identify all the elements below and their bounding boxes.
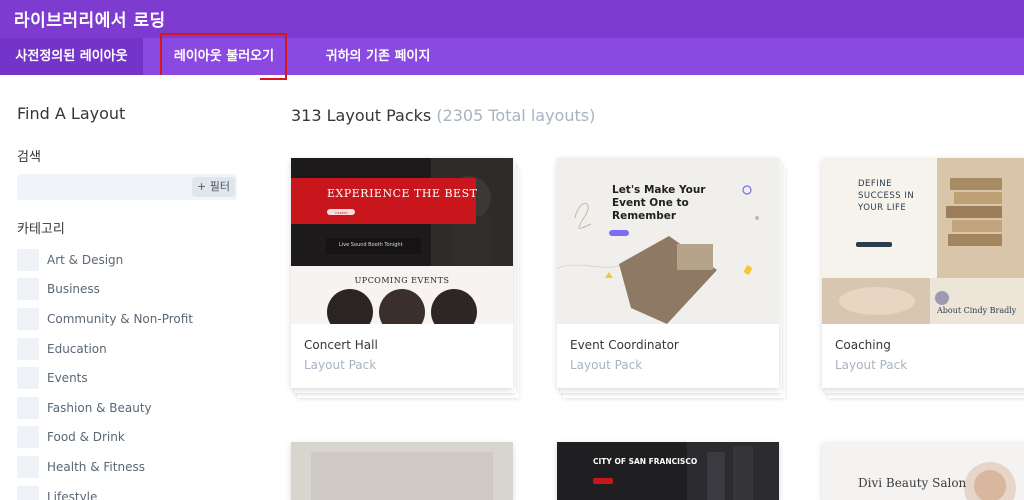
category-list: Art & Design Business Community & Non-Pr… <box>17 245 247 500</box>
concert-banner-button: TICKETS <box>335 211 348 215</box>
coaching-thumbnail: DEFINE SUCCESS IN YOUR LIFE About Cindy … <box>822 158 1024 324</box>
card-title: Event Coordinator <box>570 338 679 352</box>
concert-tagline: Live Sound Booth Tonight <box>339 242 403 248</box>
coaching-about: About Cindy Bradly <box>937 306 1017 315</box>
tab-bar: 사전정의된 레이아웃 레이아웃 불러오기 귀하의 기존 페이지 <box>0 38 1024 75</box>
sidebar: Find A Layout 검색 + 필터 카테고리 Art & Design … <box>0 75 260 500</box>
category-checkbox[interactable] <box>17 426 39 449</box>
card-subtitle: Layout Pack <box>835 358 908 372</box>
layout-card-bottom-2[interactable]: CITY OF SAN FRANCISCO <box>557 442 779 500</box>
total-layouts-count: (2305 Total layouts) <box>436 106 596 125</box>
category-item-label: Lifestyle <box>47 489 98 500</box>
category-item[interactable]: Community & Non-Profit <box>17 304 247 334</box>
filter-button[interactable]: + 필터 <box>192 177 235 197</box>
category-item[interactable]: Art & Design <box>17 245 247 275</box>
category-checkbox[interactable] <box>17 248 39 271</box>
tab-predefined-layouts[interactable]: 사전정의된 레이아웃 <box>0 38 143 75</box>
layout-card-bottom-3[interactable]: Divi Beauty Salon <box>822 442 1024 500</box>
category-item[interactable]: Business <box>17 275 247 305</box>
card-subtitle: Layout Pack <box>570 358 643 372</box>
category-item[interactable]: Health & Fitness <box>17 452 247 482</box>
category-checkbox[interactable] <box>17 367 39 390</box>
concert-banner-text: EXPERIENCE THE BEST <box>327 187 478 200</box>
card-face: DEFINE SUCCESS IN YOUR LIFE About Cindy … <box>822 158 1024 388</box>
event-coordinator-thumbnail: Let's Make Your Event One to Remember <box>557 158 779 324</box>
bottom-card-title: Divi Beauty Salon <box>858 476 967 490</box>
search-input[interactable] <box>17 174 192 200</box>
modal-title: 라이브러리에서 로딩 <box>14 11 166 31</box>
category-item-label: Health & Fitness <box>47 459 145 474</box>
category-item-label: Events <box>47 371 88 386</box>
event-heading-line: Let's Make Your <box>612 184 706 196</box>
category-checkbox[interactable] <box>17 278 39 301</box>
event-heading-line: Event One to <box>612 197 689 209</box>
layout-packs-count: 313 Layout Packs <box>291 106 432 125</box>
card-subtitle: Layout Pack <box>304 358 377 372</box>
card-title: Coaching <box>835 338 891 352</box>
layout-card-coaching[interactable]: DEFINE SUCCESS IN YOUR LIFE About Cindy … <box>822 158 1024 398</box>
category-item-label: Community & Non-Profit <box>47 311 193 326</box>
category-checkbox[interactable] <box>17 337 39 360</box>
tab-highlight-box <box>160 33 287 80</box>
coaching-heading-line: YOUR LIFE <box>858 203 907 213</box>
search-box: + 필터 <box>17 174 237 200</box>
sidebar-title: Find A Layout <box>17 104 126 123</box>
card-face: EXPERIENCE THE BEST TICKETS Live Sound B… <box>291 158 513 388</box>
coaching-heading-line: DEFINE <box>858 179 893 189</box>
tab-existing-pages[interactable]: 귀하의 기존 페이지 <box>314 38 442 75</box>
category-label: 카테고리 <box>17 222 65 237</box>
category-checkbox[interactable] <box>17 455 39 478</box>
category-item[interactable]: Education <box>17 334 247 364</box>
category-checkbox[interactable] <box>17 307 39 330</box>
category-item-label: Food & Drink <box>47 430 125 445</box>
category-item[interactable]: Lifestyle <box>17 482 247 500</box>
modal-header: 라이브러리에서 로딩 <box>0 0 1024 38</box>
category-item[interactable]: Fashion & Beauty <box>17 393 247 423</box>
concert-hall-thumbnail: EXPERIENCE THE BEST TICKETS Live Sound B… <box>291 158 513 324</box>
category-item[interactable]: Events <box>17 363 247 393</box>
bottom-card-title: CITY OF SAN FRANCISCO <box>593 457 698 466</box>
concert-section-title: UPCOMING EVENTS <box>354 276 450 285</box>
category-item-label: Fashion & Beauty <box>47 400 152 415</box>
event-heading: Let's Make Your Event One to Remember <box>612 184 705 223</box>
card-face: Let's Make Your Event One to Remember Ev… <box>557 158 779 388</box>
coaching-heading: DEFINE SUCCESS IN YOUR LIFE <box>858 178 914 214</box>
category-item-label: Business <box>47 282 100 297</box>
category-item-label: Art & Design <box>47 252 124 267</box>
category-item-label: Education <box>47 341 107 356</box>
event-heading-line: Remember <box>612 210 677 222</box>
category-item[interactable]: Food & Drink <box>17 423 247 453</box>
layout-packs-heading: 313 Layout Packs (2305 Total layouts) <box>291 106 595 125</box>
layout-card-concert-hall[interactable]: EXPERIENCE THE BEST TICKETS Live Sound B… <box>291 158 519 398</box>
search-label: 검색 <box>17 150 41 165</box>
layout-card-event-coordinator[interactable]: Let's Make Your Event One to Remember Ev… <box>557 158 785 398</box>
category-checkbox[interactable] <box>17 485 39 500</box>
layout-card-bottom-1[interactable] <box>291 442 513 500</box>
card-title: Concert Hall <box>304 338 378 352</box>
coaching-heading-line: SUCCESS IN <box>858 191 915 201</box>
category-checkbox[interactable] <box>17 396 39 419</box>
